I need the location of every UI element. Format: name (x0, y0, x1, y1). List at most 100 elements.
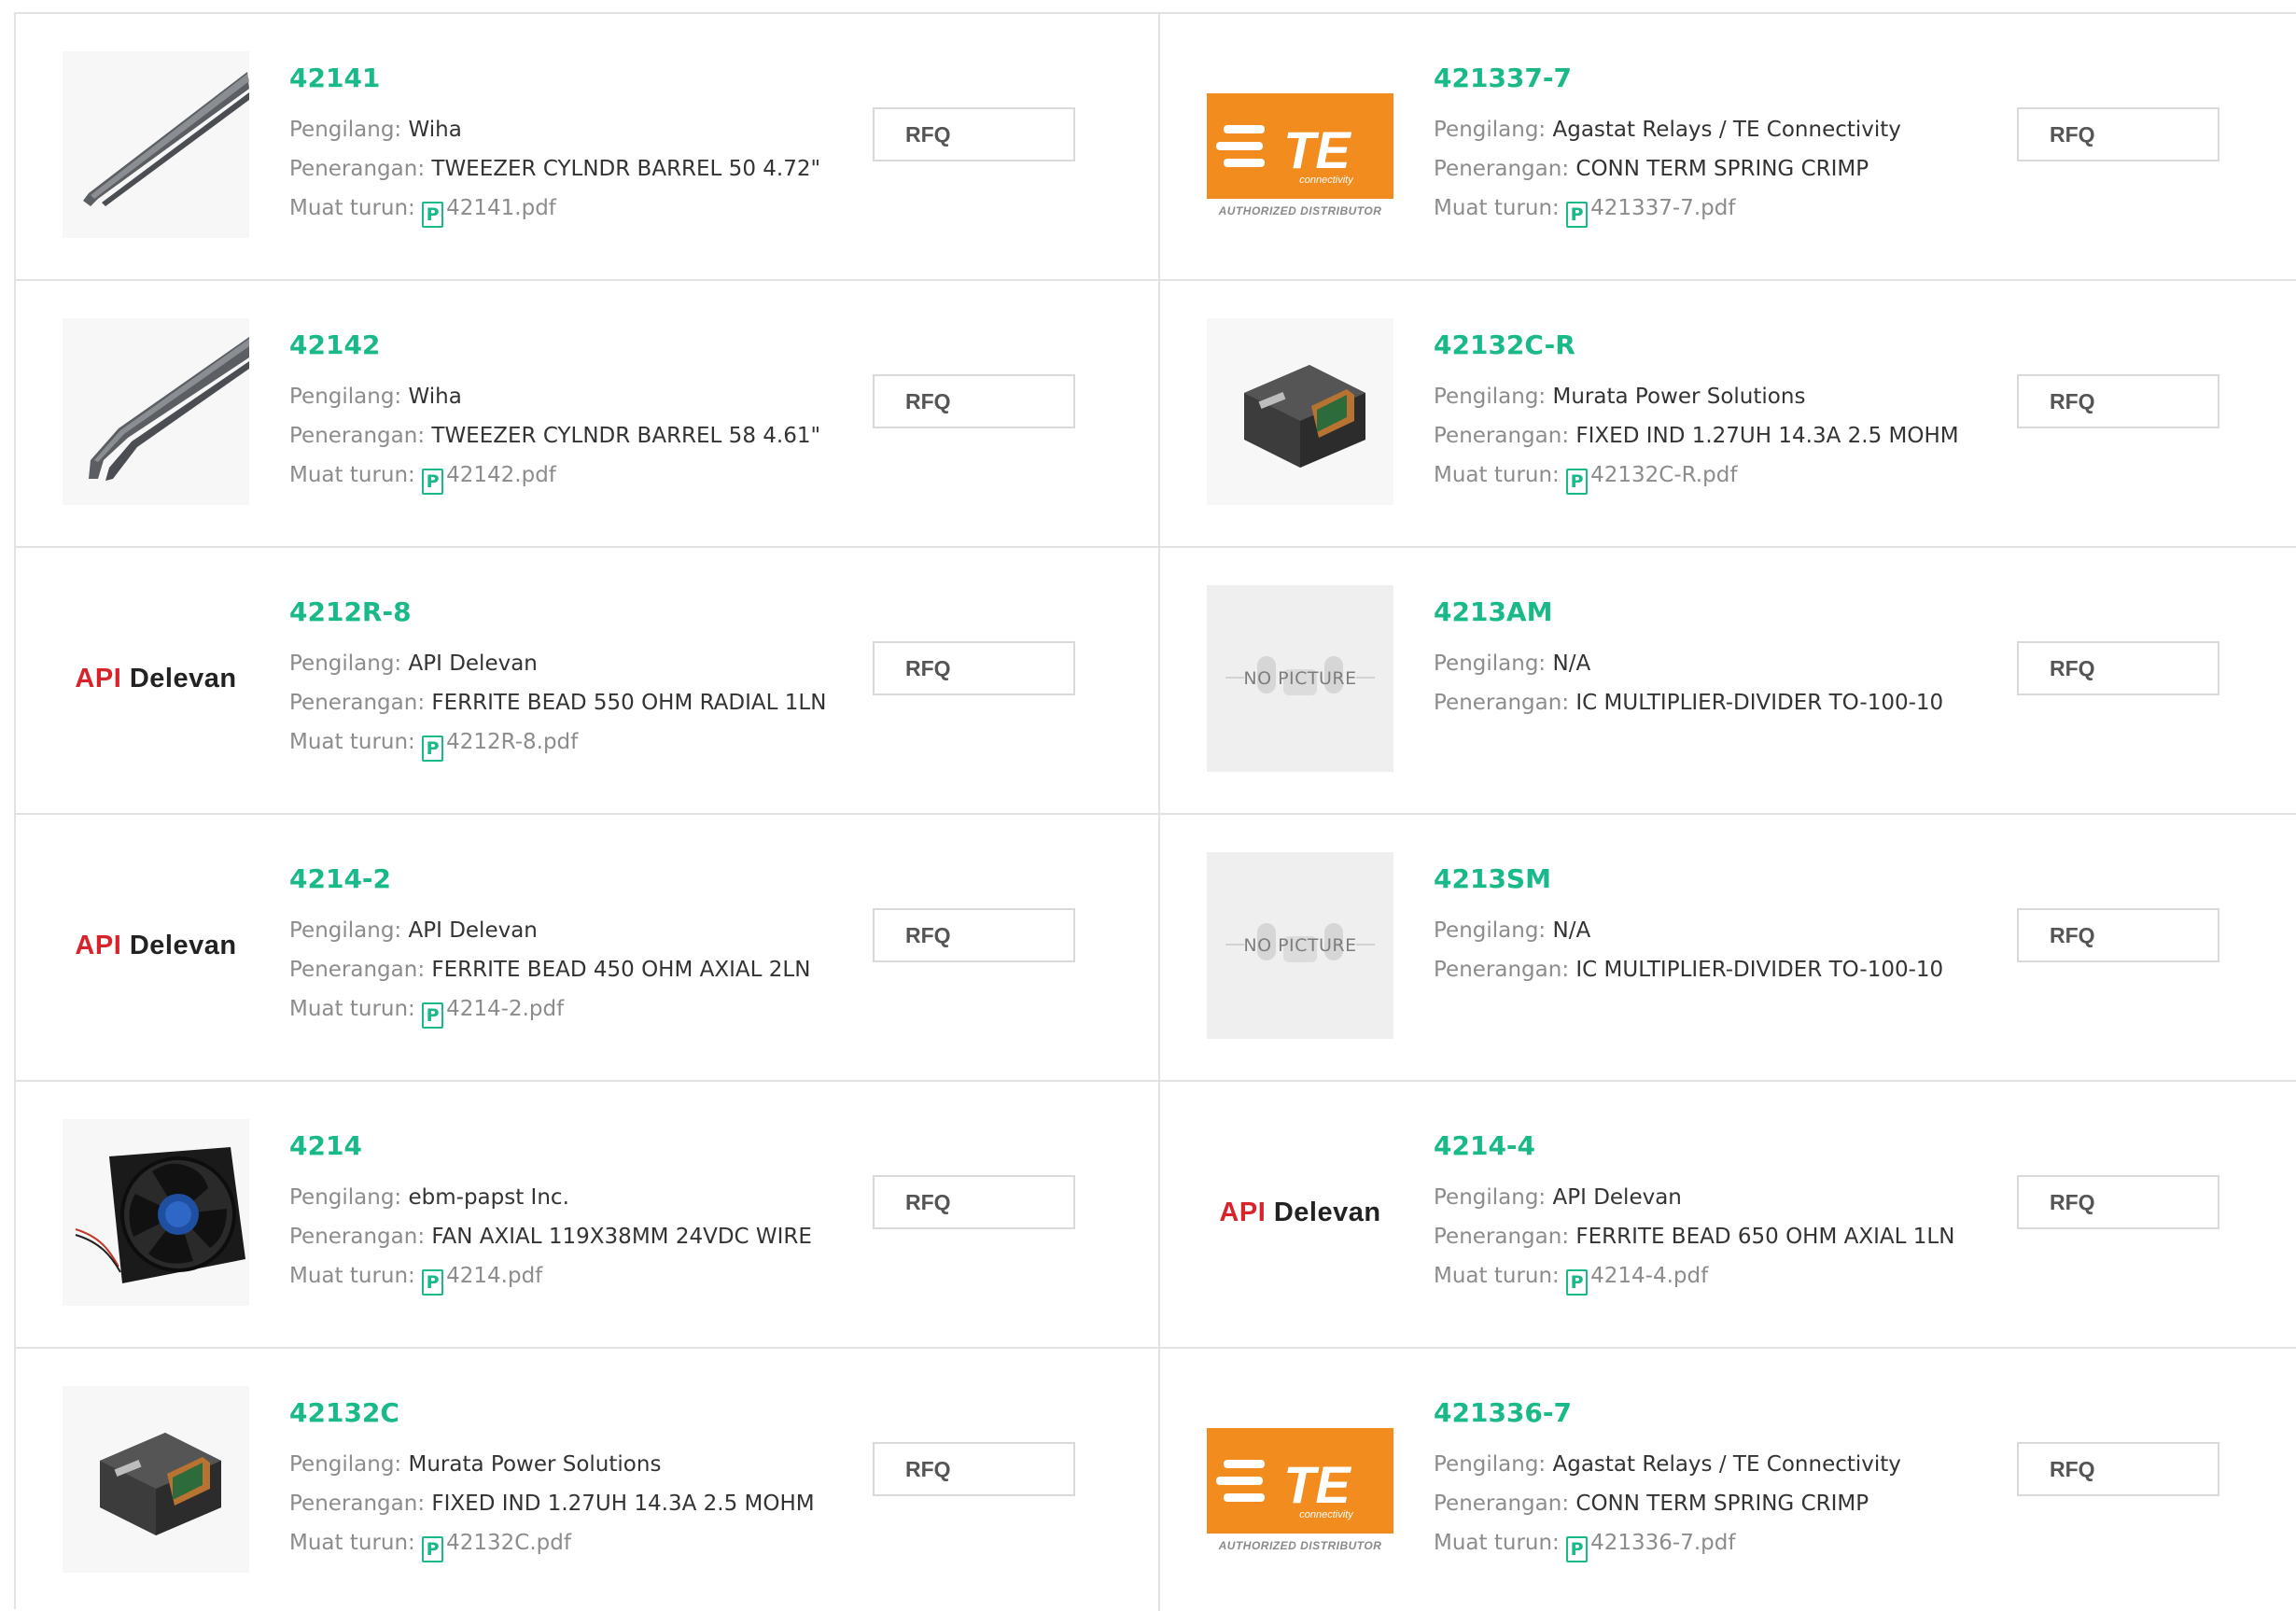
product-card: TE connectivity AUTHORIZED DISTRIBUTOR 4… (1160, 1349, 2296, 1611)
datasheet-link[interactable]: 4214.pdf (446, 1264, 542, 1288)
product-image-te-logo[interactable]: TE connectivity AUTHORIZED DISTRIBUTOR (1207, 51, 1393, 238)
part-number-link[interactable]: 42141 (289, 63, 868, 94)
part-number-link[interactable]: 4214-4 (1434, 1130, 2012, 1162)
description-value: IC MULTIPLIER-DIVIDER TO-100-10 (1575, 691, 1944, 715)
no-picture-text: NO PICTURE (1243, 935, 1357, 956)
product-card: TE connectivity AUTHORIZED DISTRIBUTOR 4… (1160, 14, 2296, 281)
download-label: Muat turun: (289, 1531, 415, 1555)
rfq-button[interactable]: RFQ (2017, 1175, 2219, 1229)
datasheet-link[interactable]: 421336-7.pdf (1590, 1531, 1735, 1555)
description-label: Penerangan: (1434, 424, 1570, 448)
part-number-link[interactable]: 42142 (289, 329, 868, 361)
description-value: FERRITE BEAD 450 OHM AXIAL 2LN (431, 958, 811, 982)
te-connectivity-logo: TE connectivity AUTHORIZED DISTRIBUTOR (1207, 1386, 1393, 1573)
manufacturer-label: Pengilang: (1434, 1452, 1547, 1477)
part-number-link[interactable]: 421336-7 (1434, 1397, 2012, 1429)
description-label: Penerangan: (289, 1492, 426, 1516)
rfq-button[interactable]: RFQ (873, 641, 1075, 695)
part-number-link[interactable]: 4214-2 (289, 863, 868, 895)
product-card: NO PICTURE 4213SM Pengilang: N/A Peneran… (1160, 815, 2296, 1082)
manufacturer-label: Pengilang: (1434, 651, 1547, 676)
description-label: Penerangan: (1434, 1225, 1570, 1249)
product-card: 4214 Pengilang: ebm-papst Inc. Peneranga… (16, 1082, 1160, 1349)
part-number-link[interactable]: 421337-7 (1434, 63, 2012, 94)
description-value: FIXED IND 1.27UH 14.3A 2.5 MOHM (431, 1492, 815, 1516)
download-label: Muat turun: (1434, 1264, 1560, 1288)
pdf-icon: P (422, 1002, 444, 1029)
manufacturer-value: Agastat Relays / TE Connectivity (1552, 1452, 1901, 1477)
manufacturer-value: API Delevan (408, 651, 538, 676)
manufacturer-label: Pengilang: (1434, 918, 1547, 943)
manufacturer-value: N/A (1552, 651, 1591, 676)
description-label: Penerangan: (1434, 1492, 1570, 1516)
rfq-button[interactable]: RFQ (873, 374, 1075, 428)
description-label: Penerangan: (289, 1225, 426, 1249)
rfq-button[interactable]: RFQ (2017, 374, 2219, 428)
product-image-tweezer[interactable] (63, 318, 249, 505)
description-value: CONN TERM SPRING CRIMP (1575, 1492, 1869, 1516)
download-label: Muat turun: (289, 997, 415, 1021)
pdf-icon: P (422, 202, 444, 228)
pdf-icon: P (422, 1269, 444, 1296)
rfq-button[interactable]: RFQ (2017, 641, 2219, 695)
rfq-button[interactable]: RFQ (873, 1175, 1075, 1229)
datasheet-link[interactable]: 42132C-R.pdf (1590, 463, 1737, 487)
te-logo-subtext: connectivity (1299, 1509, 1354, 1520)
manufacturer-value: API Delevan (408, 918, 538, 943)
manufacturer-label: Pengilang: (1434, 385, 1547, 409)
datasheet-link[interactable]: 4214-2.pdf (446, 997, 564, 1021)
manufacturer-value: Agastat Relays / TE Connectivity (1552, 118, 1901, 142)
fan-image (63, 1119, 249, 1306)
part-number-link[interactable]: 4212R-8 (289, 596, 868, 628)
datasheet-link[interactable]: 421337-7.pdf (1590, 196, 1735, 220)
download-label: Muat turun: (289, 463, 415, 487)
authorized-distributor-text: AUTHORIZED DISTRIBUTOR (1218, 1539, 1382, 1552)
rfq-button[interactable]: RFQ (873, 107, 1075, 161)
product-image-placeholder[interactable]: NO PICTURE (1207, 585, 1393, 772)
te-logo-mark: TE connectivity (1216, 120, 1354, 186)
te-logo-text: TE (1283, 1455, 1351, 1514)
pdf-icon: P (422, 469, 444, 495)
product-card: 42142 Pengilang: Wiha Penerangan: TWEEZE… (16, 281, 1160, 548)
pdf-icon: P (422, 1536, 444, 1562)
part-number-link[interactable]: 4213SM (1434, 863, 2012, 895)
inductor-image (1207, 318, 1393, 505)
product-card: NO PICTURE 4213AM Pengilang: N/A Peneran… (1160, 548, 2296, 815)
manufacturer-label: Pengilang: (1434, 118, 1547, 142)
datasheet-link[interactable]: 42141.pdf (446, 196, 556, 220)
datasheet-link[interactable]: 42142.pdf (446, 463, 556, 487)
pdf-icon: P (1566, 1269, 1589, 1296)
datasheet-link[interactable]: 4212R-8.pdf (446, 730, 578, 754)
rfq-button[interactable]: RFQ (873, 908, 1075, 962)
part-number-link[interactable]: 42132C (289, 1397, 868, 1429)
rfq-button[interactable]: RFQ (2017, 107, 2219, 161)
product-image-fan[interactable] (63, 1119, 249, 1306)
manufacturer-value: Wiha (408, 118, 462, 142)
pdf-icon: P (1566, 1536, 1589, 1562)
product-image-api-delevan[interactable]: API Delevan (63, 852, 249, 1039)
description-value: TWEEZER CYLNDR BARREL 58 4.61" (431, 424, 821, 448)
description-value: FERRITE BEAD 550 OHM RADIAL 1LN (431, 691, 827, 715)
part-number-link[interactable]: 4214 (289, 1130, 868, 1162)
product-image-te-logo[interactable]: TE connectivity AUTHORIZED DISTRIBUTOR (1207, 1386, 1393, 1573)
datasheet-link[interactable]: 42132C.pdf (446, 1531, 571, 1555)
inductor-image (63, 1386, 249, 1573)
download-label: Muat turun: (1434, 463, 1560, 487)
description-value: FERRITE BEAD 650 OHM AXIAL 1LN (1575, 1225, 1955, 1249)
part-number-link[interactable]: 4213AM (1434, 596, 2012, 628)
description-label: Penerangan: (289, 157, 426, 181)
product-image-inductor[interactable] (63, 1386, 249, 1573)
api-delevan-logo: API Delevan (75, 930, 237, 960)
rfq-button[interactable]: RFQ (2017, 1442, 2219, 1496)
product-image-inductor[interactable] (1207, 318, 1393, 505)
datasheet-link[interactable]: 4214-4.pdf (1590, 1264, 1708, 1288)
manufacturer-value: Wiha (408, 385, 462, 409)
product-image-api-delevan[interactable]: API Delevan (1207, 1119, 1393, 1306)
part-number-link[interactable]: 42132C-R (1434, 329, 2012, 361)
product-image-api-delevan[interactable]: API Delevan (63, 585, 249, 772)
product-image-placeholder[interactable]: NO PICTURE (1207, 852, 1393, 1039)
rfq-button[interactable]: RFQ (2017, 908, 2219, 962)
rfq-button[interactable]: RFQ (873, 1442, 1075, 1496)
product-card: API Delevan 4214-2 Pengilang: API Deleva… (16, 815, 1160, 1082)
product-image-tweezer[interactable] (63, 51, 249, 238)
